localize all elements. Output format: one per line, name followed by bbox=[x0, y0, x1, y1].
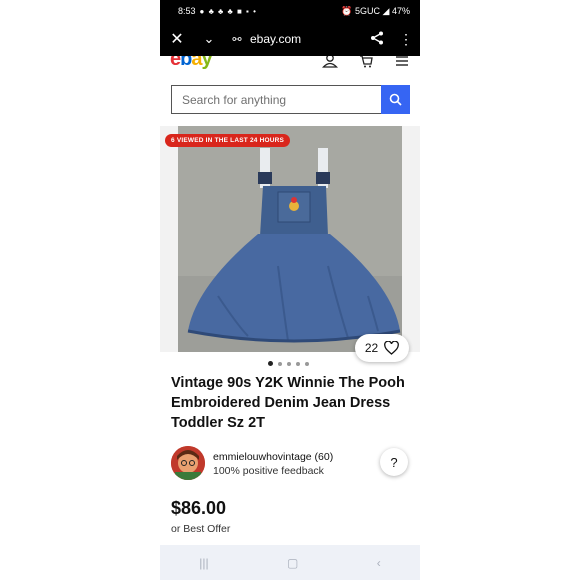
pagination-dot[interactable] bbox=[268, 361, 273, 366]
search-icon bbox=[389, 93, 402, 106]
home-icon[interactable]: ▢ bbox=[287, 556, 298, 570]
close-icon[interactable]: ✕ bbox=[160, 29, 194, 49]
pagination-dot[interactable] bbox=[296, 361, 300, 366]
listing-image-gallery[interactable]: 6 VIEWED IN THE LAST 24 HOURS bbox=[160, 126, 420, 352]
status-bar: 8:53 ● ♣ ♣ ♣ ■ ▪ • ⏰ 5GUC ◢ 47% bbox=[160, 0, 420, 22]
search-input[interactable]: Search for anything bbox=[171, 85, 381, 114]
listing-photo[interactable] bbox=[178, 126, 402, 352]
site-settings-icon[interactable]: ⚯ bbox=[224, 33, 250, 46]
pagination-dot[interactable] bbox=[287, 361, 291, 366]
listing-title: Vintage 90s Y2K Winnie The Pooh Embroide… bbox=[171, 375, 405, 431]
heart-icon bbox=[384, 341, 400, 355]
system-nav-bar: ||| ▢ ‹ bbox=[160, 545, 420, 580]
ebay-header: ebay bbox=[160, 56, 420, 74]
seller-name[interactable]: emmielouwhovintage (60) bbox=[213, 451, 333, 463]
help-button[interactable]: ? bbox=[380, 448, 408, 476]
seller-info[interactable]: emmielouwhovintage (60) 100% positive fe… bbox=[171, 444, 411, 484]
url-text[interactable]: ebay.com bbox=[250, 32, 362, 46]
share-icon[interactable] bbox=[362, 31, 392, 48]
search-bar: Search for anything bbox=[171, 85, 410, 114]
watch-button[interactable]: 22 bbox=[355, 334, 409, 362]
viewed-badge: 6 VIEWED IN THE LAST 24 HOURS bbox=[165, 134, 291, 147]
browser-toolbar: ✕ ⌄ ⚯ ebay.com ⋮ bbox=[160, 22, 420, 56]
back-icon[interactable]: ‹ bbox=[377, 556, 381, 570]
price: $86.00 bbox=[171, 498, 227, 518]
cart-icon[interactable] bbox=[359, 56, 373, 71]
best-offer-label: or Best Offer bbox=[171, 523, 231, 535]
pagination-dot[interactable] bbox=[278, 361, 282, 366]
more-vert-icon[interactable]: ⋮ bbox=[392, 31, 420, 48]
menu-icon[interactable] bbox=[395, 56, 409, 71]
recents-icon[interactable]: ||| bbox=[199, 556, 208, 570]
account-icon[interactable] bbox=[322, 56, 338, 71]
seller-feedback: 100% positive feedback bbox=[213, 465, 324, 477]
watch-count: 22 bbox=[364, 341, 379, 355]
search-button[interactable] bbox=[381, 85, 410, 114]
seller-avatar[interactable] bbox=[171, 446, 205, 480]
image-pagination-dots bbox=[268, 361, 309, 366]
chevron-down-icon[interactable]: ⌄ bbox=[194, 31, 224, 47]
pagination-dot[interactable] bbox=[305, 361, 309, 366]
ebay-logo[interactable]: ebay bbox=[170, 56, 213, 71]
phone-screen: 8:53 ● ♣ ♣ ♣ ■ ▪ • ⏰ 5GUC ◢ 47% ✕ ⌄ ⚯ eb… bbox=[160, 0, 420, 580]
question-icon: ? bbox=[390, 454, 398, 470]
notification-icons: ● ♣ ♣ ♣ ■ ▪ • bbox=[199, 6, 257, 16]
status-time: 8:53 bbox=[178, 6, 196, 16]
status-right: ⏰ 5GUC ◢ 47% bbox=[341, 5, 410, 16]
